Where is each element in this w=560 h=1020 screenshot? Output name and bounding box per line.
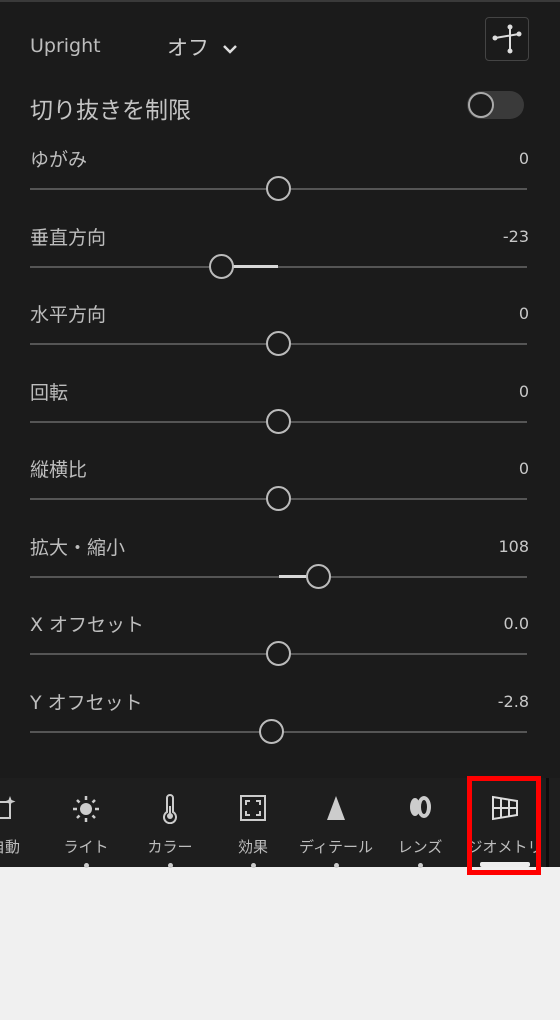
slider-row: Y オフセット -2.8 <box>0 688 560 766</box>
upright-label: Upright <box>30 35 101 57</box>
slider-thumb[interactable] <box>266 486 291 511</box>
slider-label: 垂直方向 <box>30 226 107 249</box>
tab-label: ディテール <box>299 838 373 856</box>
slider-row: 縦横比 0 <box>0 455 560 533</box>
slider-label: 拡大・縮小 <box>30 536 126 559</box>
slider-label: 水平方向 <box>30 304 107 326</box>
slider-label: 縦横比 <box>30 459 88 481</box>
slider-value[interactable]: -2.8 <box>498 692 529 711</box>
tab-thermometer[interactable]: カラー <box>128 778 212 868</box>
slider-thumb[interactable] <box>208 253 234 279</box>
slider-label: X オフセット <box>30 614 145 636</box>
slider-row: ゆがみ 0 <box>0 145 560 223</box>
slider-row: 回転 0 <box>0 378 560 456</box>
slider-thumb[interactable] <box>266 331 291 356</box>
auto-icon <box>0 794 47 824</box>
constrain-crop-label: 切り抜きを制限 <box>30 98 191 124</box>
highlight-box <box>467 776 541 875</box>
slider-thumb[interactable] <box>305 563 331 589</box>
slider-value[interactable]: 108 <box>498 537 529 556</box>
slider-label: 回転 <box>30 381 69 404</box>
tab-label: カラー <box>147 838 193 856</box>
slider-value[interactable]: 0.0 <box>504 614 529 633</box>
slider-label: Y オフセット <box>30 691 143 714</box>
tab-auto[interactable]: 自動 <box>0 778 47 867</box>
slider-thumb[interactable] <box>259 718 285 744</box>
triangle-icon <box>294 794 378 824</box>
slider-label: ゆがみ <box>30 149 88 171</box>
dot-indicator <box>251 863 256 868</box>
effects-icon <box>211 794 295 824</box>
tab-triangle[interactable]: ディテール <box>294 778 378 868</box>
upright-value: オフ <box>167 36 209 60</box>
dot-indicator <box>84 863 89 868</box>
scroll-edge <box>546 778 549 867</box>
geometry-panel: Upright オフ 切り抜きを制限 ゆがみ 0 垂直方向 -23 水平方向 0… <box>0 0 560 778</box>
dot-indicator <box>418 863 423 868</box>
sun-icon <box>44 794 128 824</box>
slider-track[interactable] <box>30 265 527 268</box>
dot-indicator <box>334 863 339 868</box>
slider-thumb[interactable] <box>266 641 291 666</box>
tab-label: ライト <box>63 838 109 856</box>
upright-dropdown[interactable]: オフ <box>167 32 238 62</box>
toggle-knob <box>468 92 494 118</box>
slider-value[interactable]: 0 <box>519 149 529 168</box>
slider-row: 拡大・縮小 108 <box>0 533 560 611</box>
chevron-down-icon <box>222 45 237 54</box>
tab-label: 自動 <box>0 838 20 856</box>
tab-label: レンズ <box>397 838 443 856</box>
slider-thumb[interactable] <box>266 176 291 201</box>
slider-value[interactable]: 0 <box>519 304 529 323</box>
slider-row: X オフセット 0.0 <box>0 610 560 688</box>
dot-indicator <box>168 863 173 868</box>
slider-thumb[interactable] <box>266 408 291 434</box>
slider-value[interactable]: 0 <box>519 382 529 401</box>
slider-row: 垂直方向 -23 <box>0 223 560 301</box>
tab-label: 効果 <box>237 838 268 856</box>
thermometer-icon <box>128 794 212 825</box>
slider-row: 水平方向 0 <box>0 300 560 378</box>
slider-value[interactable]: -23 <box>503 227 529 246</box>
lens-icon <box>378 794 462 824</box>
guided-upright-button[interactable] <box>485 17 529 61</box>
guided-upright-icon <box>492 24 522 54</box>
slider-value[interactable]: 0 <box>519 459 529 478</box>
tab-sun[interactable]: ライト <box>44 778 128 868</box>
constrain-crop-toggle[interactable] <box>467 91 524 119</box>
tab-effects[interactable]: 効果 <box>211 778 295 868</box>
tab-lens[interactable]: レンズ <box>378 778 462 868</box>
